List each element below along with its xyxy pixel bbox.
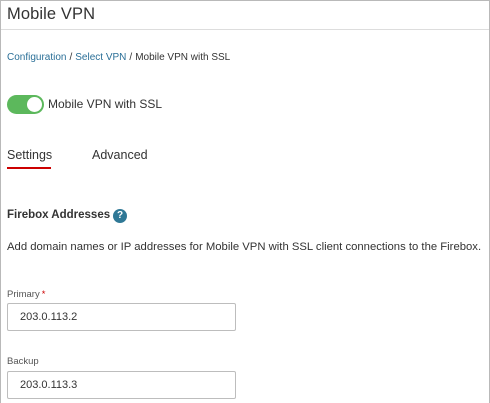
backup-field-label: Backup xyxy=(7,356,39,367)
section-title-firebox-addresses: Firebox Addresses xyxy=(7,209,111,221)
toggle-label: Mobile VPN with SSL xyxy=(48,97,163,111)
breadcrumb-link-configuration[interactable]: Configuration xyxy=(7,52,66,63)
active-tab-indicator xyxy=(7,167,51,169)
mobile-vpn-ssl-toggle[interactable] xyxy=(7,95,44,114)
primary-field-label: Primary * xyxy=(7,289,45,300)
tab-settings[interactable]: Settings xyxy=(7,148,52,162)
breadcrumb-link-select-vpn[interactable]: Select VPN xyxy=(75,52,126,63)
toggle-knob xyxy=(27,97,42,112)
required-marker: * xyxy=(41,289,46,300)
breadcrumb-separator: / xyxy=(69,52,73,63)
page-title: Mobile VPN xyxy=(7,5,96,23)
title-bar: Mobile VPN xyxy=(1,1,489,30)
app-frame: Mobile VPN Configuration / Select VPN / Mobi… xyxy=(0,0,490,403)
tab-advanced[interactable]: Advanced xyxy=(92,148,148,162)
question-icon[interactable]: ? xyxy=(113,209,127,223)
section-description: Add domain names or IP addresses for Mob… xyxy=(7,241,482,253)
primary-label-text: Primary xyxy=(7,289,40,300)
primary-address-input[interactable] xyxy=(7,303,236,331)
breadcrumb-separator: / xyxy=(129,52,133,63)
backup-address-input[interactable] xyxy=(7,371,236,399)
breadcrumb: Configuration / Select VPN / Mobile VPN with… xyxy=(7,52,230,63)
breadcrumb-current: Mobile VPN with SSL xyxy=(135,52,231,63)
